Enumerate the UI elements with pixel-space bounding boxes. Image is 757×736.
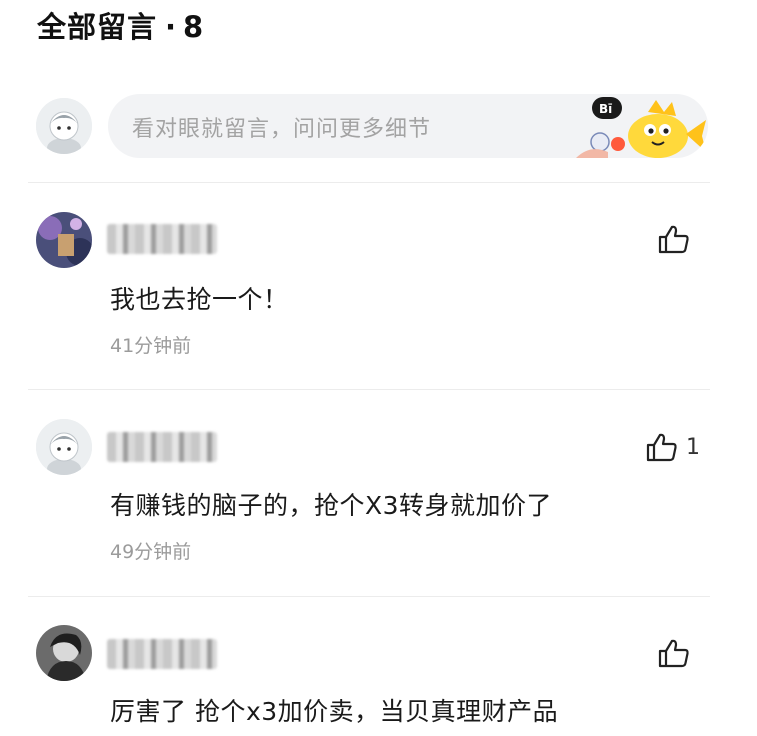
divider — [28, 182, 710, 183]
thumbs-up-icon — [646, 433, 677, 462]
comment-text: 有赚钱的脑子的，抢个X3转身就加价了 — [110, 491, 553, 520]
comments-title: 全部留言 — [37, 10, 158, 44]
commenter-username[interactable] — [107, 224, 217, 254]
fish-mascot-icon: Bī — [576, 97, 706, 158]
like-button[interactable] — [658, 638, 698, 668]
header-separator: · — [165, 10, 178, 44]
comment-input-placeholder: 看对眼就留言，问问更多细节 — [132, 117, 432, 142]
thumbs-up-icon — [658, 639, 689, 668]
commenter-username[interactable] — [107, 432, 217, 462]
comment-time: 49分钟前 — [110, 541, 192, 563]
commenter-username[interactable] — [107, 639, 217, 669]
comments-count: 8 — [183, 10, 205, 44]
comment-text: 我也去抢一个！ — [110, 285, 289, 314]
svg-text:Bī: Bī — [599, 102, 612, 116]
comment-time: 41分钟前 — [110, 335, 192, 357]
like-count: 1 — [686, 434, 700, 460]
comment-input[interactable]: 看对眼就留言，问问更多细节 Bī — [108, 94, 708, 158]
comments-header: 全部留言 · 8 — [37, 4, 204, 46]
thumbs-up-icon — [658, 225, 689, 254]
my-avatar — [36, 98, 92, 154]
commenter-avatar[interactable] — [36, 419, 92, 475]
comment-text: 厉害了 抢个x3加价卖，当贝真理财产品 — [110, 697, 559, 726]
divider — [28, 596, 710, 597]
commenter-avatar[interactable] — [36, 212, 92, 268]
commenter-avatar[interactable] — [36, 625, 92, 681]
like-button[interactable]: 1 — [646, 432, 700, 462]
like-button[interactable] — [658, 224, 698, 254]
divider — [28, 389, 710, 390]
